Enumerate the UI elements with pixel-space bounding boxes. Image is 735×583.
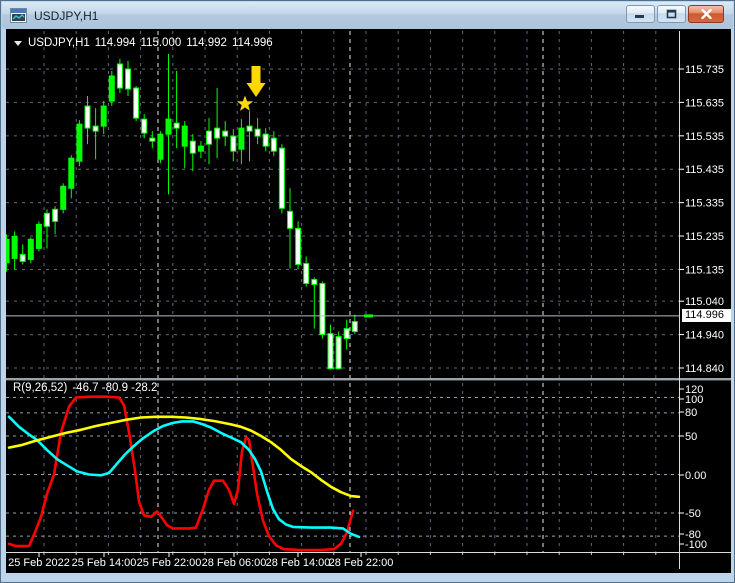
indicator-axis-label: -50 — [685, 508, 701, 520]
restore-icon — [666, 9, 677, 19]
quote-open: 114.994 — [95, 37, 136, 49]
bear-candle — [20, 254, 25, 261]
indicator-label: R(9,26,52) -46.7 -80.9 -28.2 — [13, 382, 157, 394]
bear-candle — [288, 211, 293, 228]
bear-candle — [328, 334, 333, 369]
bull-candle — [101, 106, 106, 126]
bear-candle — [174, 123, 179, 128]
bull-candle — [69, 158, 74, 188]
time-axis-label: 28 Feb 14:00 — [266, 557, 331, 569]
bear-candle — [312, 279, 317, 284]
bear-candle — [93, 126, 98, 131]
minimize-button[interactable] — [626, 5, 655, 23]
price-axis-label: 115.635 — [685, 97, 724, 109]
titlebar[interactable]: USDJPY,H1 — [2, 2, 733, 29]
time-axis-label: 25 Feb 22:00 — [137, 557, 202, 569]
bear-candle — [117, 64, 122, 88]
bull-candle — [4, 239, 9, 262]
bear-candle — [45, 213, 50, 226]
price-axis-label: 115.135 — [685, 264, 724, 276]
bear-candle — [344, 329, 349, 339]
bull-candle — [182, 126, 187, 146]
bear-candle — [150, 138, 155, 141]
bull-candle — [36, 224, 41, 248]
bear-candle — [142, 119, 147, 133]
price-axis-label: 114.840 — [685, 363, 724, 375]
price-axis-label: 115.435 — [685, 164, 724, 176]
close-icon — [701, 9, 712, 19]
bear-candle — [207, 131, 212, 144]
indicator-axis-label: -100 — [685, 539, 707, 551]
bear-candle — [279, 148, 284, 208]
pane-divider[interactable] — [6, 378, 731, 380]
price-axis-label: 115.335 — [685, 198, 724, 210]
bull-candle — [198, 146, 203, 151]
bear-candle — [247, 126, 252, 131]
bear-candle — [336, 337, 341, 369]
bull-candle — [77, 124, 82, 161]
bull-candle — [239, 128, 244, 149]
chart-canvas[interactable]: 115.735 115.635 115.535 115.435 115.335 115.2… — [1, 1, 735, 583]
chart-window: 115.735 115.635 115.535 115.435 115.335 115.2… — [0, 0, 735, 583]
price-axis-label: 115.235 — [685, 231, 724, 243]
indicator-axis-label: 80 — [685, 407, 697, 419]
bear-candle — [296, 228, 301, 264]
time-axis-label: 28 Feb 06:00 — [202, 557, 267, 569]
bear-candle — [320, 283, 325, 334]
quote-close: 114.996 — [232, 37, 273, 49]
bull-candle — [12, 236, 17, 258]
indicator-axis-label: 50 — [685, 431, 697, 443]
bear-candle — [271, 138, 276, 151]
bull-candle — [28, 239, 33, 259]
time-axis-label: 25 Feb 14:00 — [72, 557, 137, 569]
bear-candle — [190, 141, 195, 153]
price-axis-label: 115.535 — [685, 131, 724, 143]
bull-candle — [166, 119, 171, 134]
bear-candle — [263, 134, 268, 146]
current-price-tag: 114.996 — [682, 309, 731, 322]
bear-candle — [352, 322, 357, 332]
bear-candle — [134, 88, 139, 118]
close-button[interactable] — [688, 5, 724, 23]
bear-candle — [53, 209, 58, 221]
bear-candle — [255, 129, 260, 136]
quote-line: USDJPY,H1 114.994 115.000 114.992 114.996 — [14, 37, 278, 49]
minimize-icon — [635, 10, 646, 19]
bear-candle — [223, 131, 228, 136]
bear-candle — [85, 106, 90, 128]
indicator-name: R(9,26,52) — [13, 382, 67, 394]
indicator-values: -46.7 -80.9 -28.2 — [72, 382, 157, 394]
bull-candle — [158, 134, 163, 159]
bull-candle — [61, 186, 66, 209]
bull-candle — [109, 76, 114, 101]
bear-candle — [126, 69, 131, 89]
indicator-axis-label: 100 — [685, 394, 703, 406]
indicator-axis-label: 0.00 — [685, 470, 706, 482]
price-axis-label: 115.735 — [685, 64, 724, 76]
time-axis-label: 28 Feb 22:00 — [329, 557, 394, 569]
quote-low: 114.992 — [186, 37, 227, 49]
symbol-dropdown-icon[interactable] — [14, 41, 22, 46]
quote-symbol: USDJPY,H1 — [28, 37, 90, 49]
bear-candle — [304, 263, 309, 283]
restore-button[interactable] — [657, 5, 686, 23]
bear-candle — [231, 136, 236, 151]
quote-high: 115.000 — [141, 37, 182, 49]
price-axis-label: 114.940 — [685, 330, 724, 342]
bear-candle — [215, 128, 220, 138]
price-axis-label: 115.040 — [685, 296, 724, 308]
time-axis-label: 25 Feb 2022 — [8, 557, 70, 569]
chart-window-icon[interactable] — [10, 8, 27, 23]
window-title: USDJPY,H1 — [34, 9, 98, 23]
